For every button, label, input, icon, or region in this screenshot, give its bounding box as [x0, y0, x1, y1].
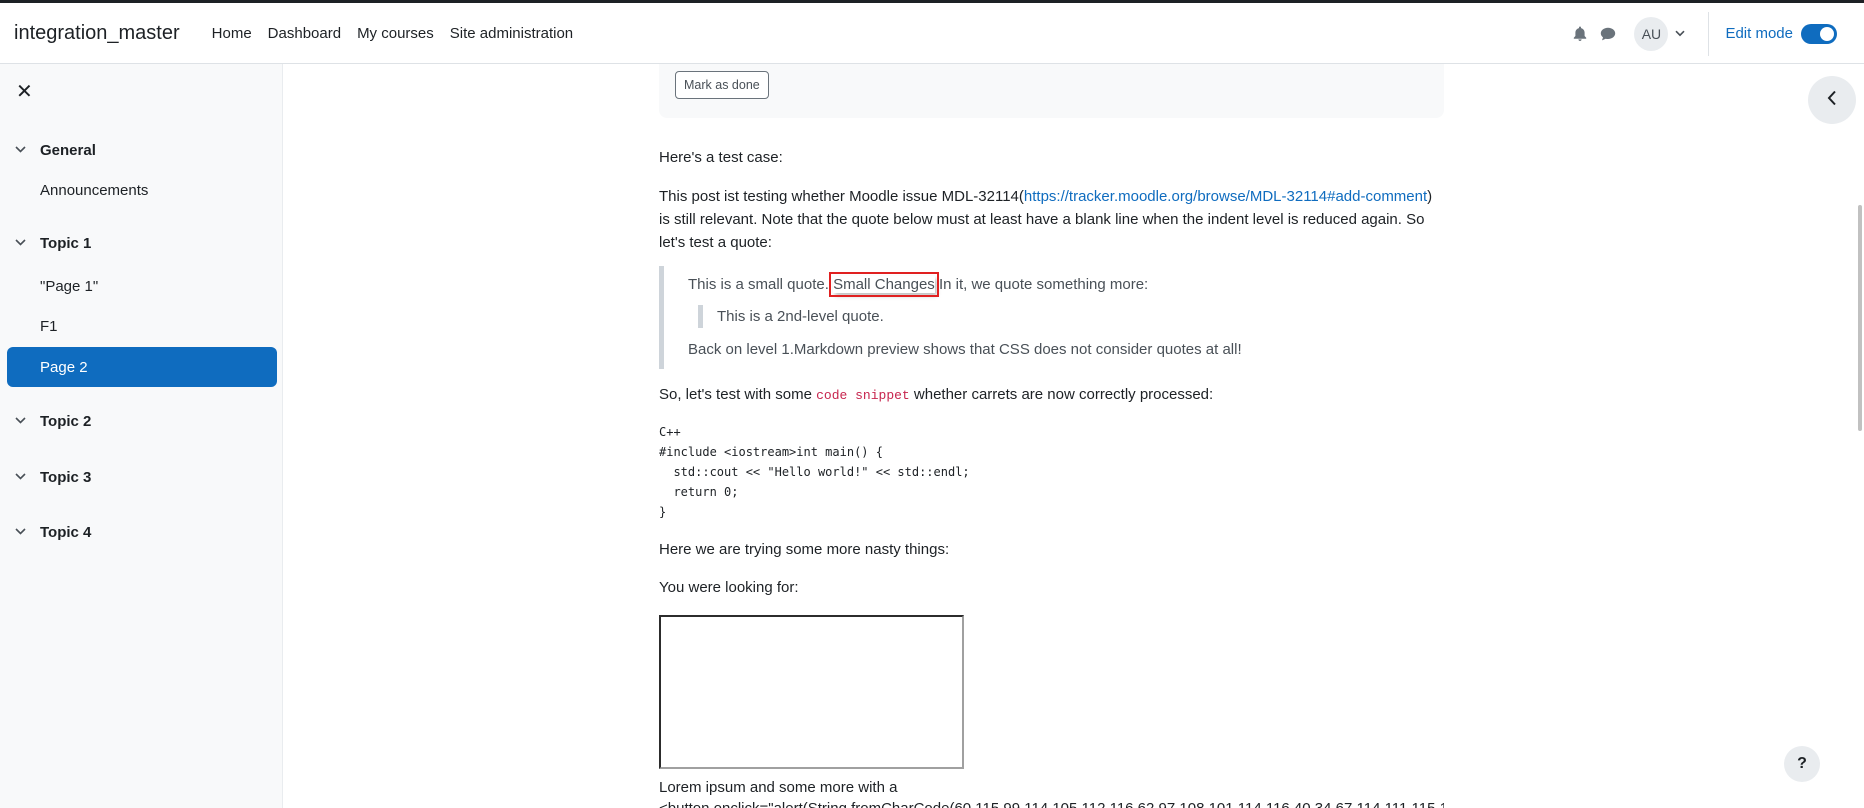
course-item-f1[interactable]: F1: [7, 306, 277, 346]
paragraph-nasty: Here we are trying some more nasty thing…: [659, 541, 950, 558]
blockquote-level-2: This is a 2nd-level quote.: [698, 305, 884, 328]
section-topic-3[interactable]: Topic 3: [0, 465, 283, 489]
primary-nav: Home Dashboard My courses Site administr…: [212, 25, 582, 42]
paragraph-issue-line2: is still relevant. Note that the quote b…: [659, 211, 1425, 228]
course-item-announcements[interactable]: Announcements: [7, 170, 277, 210]
open-block-drawer-button[interactable]: [1808, 76, 1856, 124]
chevron-down-icon[interactable]: [0, 471, 40, 483]
course-index-drawer: ✕ General Announcements Topic 1 "Page 1"…: [0, 64, 283, 808]
course-item-page-2[interactable]: Page 2: [7, 347, 277, 387]
code-block-text: C++ #include <iostream>int main() { std:…: [659, 425, 970, 519]
chevron-down-icon[interactable]: [0, 144, 40, 156]
nav-dashboard[interactable]: Dashboard: [260, 25, 349, 42]
chevron-down-icon[interactable]: [0, 237, 40, 249]
code-block: C++ #include <iostream>int main() { std:…: [659, 422, 1444, 522]
paragraph-lorem: Lorem ipsum and some more with a: [659, 779, 898, 796]
paragraph-issue: This post ist testing whether Moodle iss…: [659, 188, 1433, 205]
quote-line-2: This is a 2nd-level quote.: [717, 308, 884, 325]
notifications-bell-icon[interactable]: [1566, 20, 1594, 48]
chevron-left-icon: [1827, 90, 1837, 110]
top-navbar: integration_master Home Dashboard My cou…: [0, 0, 1864, 64]
chevron-down-icon[interactable]: [1670, 28, 1690, 40]
nav-home[interactable]: Home: [212, 25, 260, 42]
section-topic-4[interactable]: Topic 4: [0, 520, 283, 544]
edit-mode-label: Edit mode: [1725, 25, 1793, 42]
edit-mode-toggle[interactable]: [1801, 23, 1837, 44]
chevron-down-icon[interactable]: [0, 526, 40, 538]
page-content: Mark as done Here's a test case: This po…: [283, 64, 1864, 808]
content-scrollbar[interactable]: [1856, 64, 1864, 808]
section-title[interactable]: Topic 2: [40, 413, 91, 430]
section-topic-2[interactable]: Topic 2: [0, 409, 283, 433]
paragraph-button-markup: <button onclick="alert(String.fromCharCo…: [659, 797, 1444, 808]
site-brand[interactable]: integration_master: [14, 22, 180, 45]
blockquote-level-1: This is a small quote. Small Changes In …: [659, 266, 1444, 369]
mark-as-done-button[interactable]: Mark as done: [675, 71, 769, 99]
section-general[interactable]: General: [0, 138, 283, 162]
chevron-down-icon[interactable]: [0, 415, 40, 427]
paragraph-looking-for: You were looking for:: [659, 579, 799, 596]
paragraph-issue-line3: let's test a quote:: [659, 234, 772, 251]
section-topic-1[interactable]: Topic 1: [0, 231, 283, 255]
highlighted-text: Small Changes: [829, 272, 939, 297]
close-icon[interactable]: ✕: [16, 82, 36, 102]
activity-completion-box: [659, 64, 1444, 118]
intro-text: Here's a test case:: [659, 149, 783, 166]
section-title[interactable]: Topic 3: [40, 469, 91, 486]
navbar-divider: [1708, 11, 1710, 56]
section-title[interactable]: Topic 1: [40, 235, 91, 252]
scrollbar-thumb[interactable]: [1858, 205, 1862, 431]
quote-line-3: Back on level 1.Markdown preview shows t…: [688, 341, 1242, 358]
quote-line-1: This is a small quote. Small Changes In …: [688, 272, 1149, 297]
user-avatar[interactable]: AU: [1634, 16, 1669, 51]
section-title[interactable]: Topic 4: [40, 524, 91, 541]
help-button[interactable]: ?: [1784, 746, 1820, 782]
nav-site-administration[interactable]: Site administration: [442, 25, 581, 42]
inline-code: code snippet: [816, 388, 910, 403]
course-item-page-1[interactable]: "Page 1": [7, 266, 277, 306]
nav-my-courses[interactable]: My courses: [349, 25, 442, 42]
messages-chat-icon[interactable]: [1594, 20, 1622, 48]
tracker-link[interactable]: https://tracker.moodle.org/browse/MDL-32…: [1024, 188, 1427, 205]
section-title[interactable]: General: [40, 142, 96, 159]
user-tools: AU Edit mode: [1566, 3, 1864, 64]
embedded-iframe[interactable]: [659, 615, 964, 769]
paragraph-code-intro: So, let's test with some code snippet wh…: [659, 386, 1214, 403]
